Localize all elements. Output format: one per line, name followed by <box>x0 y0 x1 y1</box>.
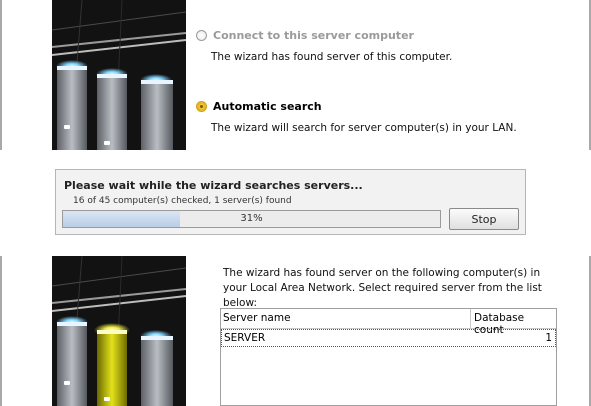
progress-title: Please wait while the wizard searches se… <box>64 179 363 192</box>
option-automatic-search-title: Automatic search <box>213 100 322 113</box>
progress-bar: 31% <box>62 210 441 228</box>
radio-automatic-search[interactable] <box>196 101 207 112</box>
search-results-panel: The wizard has found server on the follo… <box>0 256 591 406</box>
servers-illustration <box>52 0 186 150</box>
window-border-left <box>0 0 2 150</box>
column-divider[interactable] <box>470 309 471 328</box>
option-this-computer-title: Connect to this server computer <box>213 29 414 42</box>
option-automatic-search[interactable]: Automatic search <box>196 100 322 113</box>
table-row[interactable]: SERVER 1 <box>221 329 556 347</box>
progress-status: 16 of 45 computer(s) checked, 1 server(s… <box>73 196 292 206</box>
option-automatic-search-description: The wizard will search for server comput… <box>211 122 517 134</box>
connection-options-panel: Connect to this server computer The wiza… <box>0 0 591 150</box>
option-this-computer-description: The wizard has found server of this comp… <box>211 51 453 63</box>
stop-button[interactable]: Stop <box>449 208 519 230</box>
results-description: The wizard has found server on the follo… <box>223 267 542 309</box>
server-list-header: Server name Database count <box>221 309 556 336</box>
server-rack-icon <box>52 0 186 150</box>
progress-percent: 31% <box>240 213 263 224</box>
radio-this-computer[interactable] <box>196 30 207 41</box>
window-border-left <box>0 256 2 406</box>
search-progress-dialog: Please wait while the wizard searches se… <box>55 169 526 235</box>
row-server-name: SERVER <box>224 332 266 344</box>
server-list[interactable]: Server name Database count SERVER 1 <box>220 308 557 406</box>
column-header-server-name[interactable]: Server name <box>223 312 291 324</box>
server-selected-icon <box>52 256 186 406</box>
servers-illustration-selected <box>52 256 186 406</box>
row-database-count: 1 <box>545 332 552 344</box>
option-this-computer[interactable]: Connect to this server computer <box>196 29 414 42</box>
